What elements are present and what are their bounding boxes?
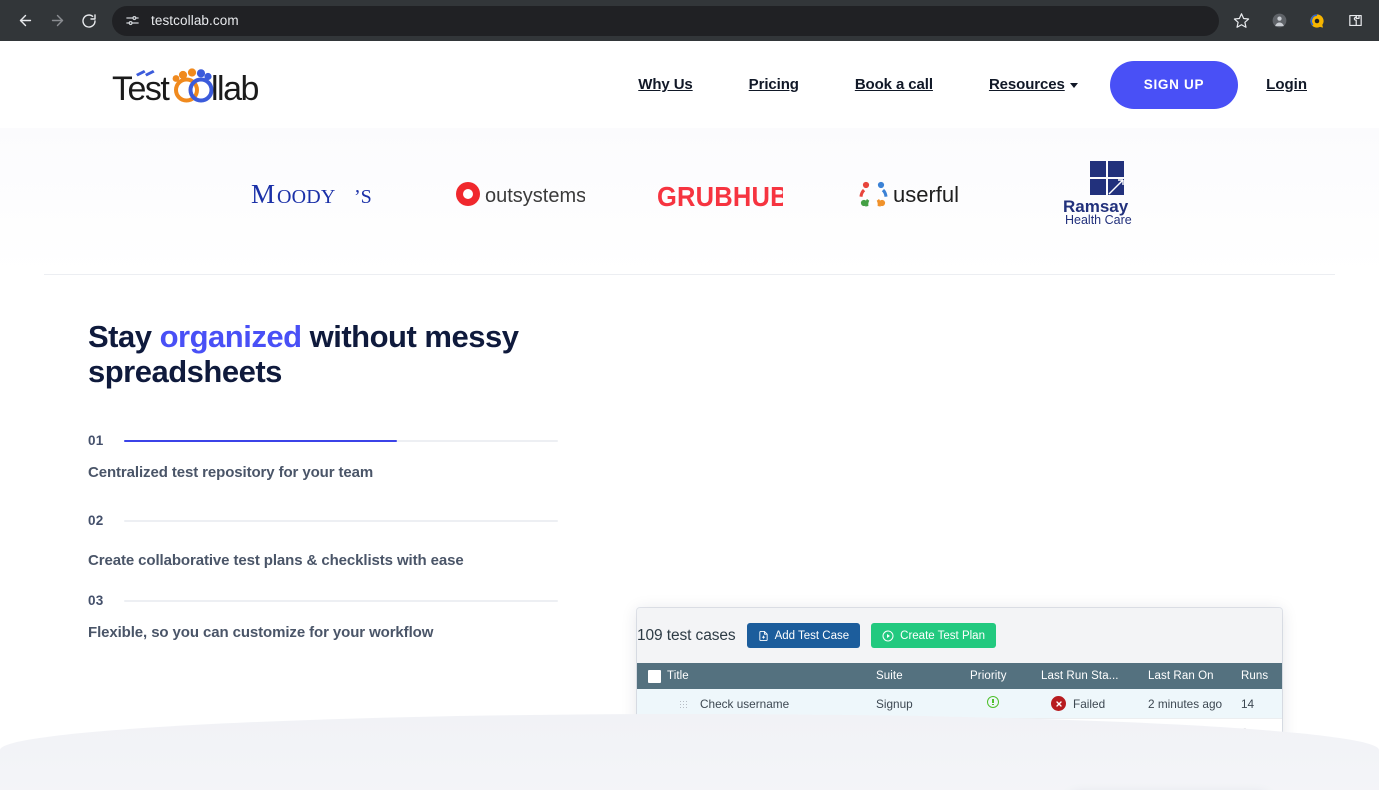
status-failed-icon (1051, 696, 1066, 711)
step-row-01[interactable]: 01 (88, 433, 558, 448)
browser-toolbar: testcollab.com (0, 0, 1379, 41)
step-title-02: Create collaborative test plans & checkl… (88, 552, 464, 570)
testcollab-logo[interactable]: Test llab (112, 59, 270, 111)
logo-outsystems: outsystems (455, 179, 585, 209)
page-content: Test llab Why Us Pricing Book a call Res… (0, 41, 1379, 790)
svg-text:GRUBHUB: GRUBHUB (657, 181, 783, 209)
svg-text:OODY: OODY (277, 186, 336, 208)
forward-button[interactable] (42, 6, 72, 36)
step-progress-track-03 (124, 599, 558, 602)
bottom-curve-decoration (0, 714, 1379, 790)
document-icon (758, 630, 769, 642)
svg-text:Health Care: Health Care (1065, 213, 1132, 227)
headline-part-1: Stay (88, 319, 160, 354)
url-text: testcollab.com (151, 13, 239, 28)
add-test-case-button[interactable]: Add Test Case (746, 623, 861, 648)
svg-text:Test: Test (112, 70, 170, 108)
table-header-row: Title Suite Priority Last Run Sta... Las… (637, 663, 1282, 689)
svg-text:outsystems: outsystems (485, 185, 585, 207)
site-header: Test llab Why Us Pricing Book a call Res… (0, 41, 1379, 128)
select-all-checkbox[interactable] (648, 669, 661, 683)
step-row-02[interactable]: 02 (88, 513, 558, 528)
hero-left-column: Stay organized without messy spreadsheet… (88, 319, 558, 673)
sign-up-button[interactable]: SIGN UP (1109, 60, 1239, 109)
hero-section: Stay organized without messy spreadsheet… (0, 275, 1379, 790)
app-toolbar: 109 test cases Add Test Case Create Test… (637, 608, 1282, 663)
feature-steps-list: 01 Centralized test repository for your … (88, 433, 558, 641)
select-all-header[interactable] (637, 663, 663, 689)
logo-grubhub: GRUBHUB (657, 179, 783, 209)
cell-title-text: Check username (700, 696, 790, 711)
step-title-03: Flexible, so you can customize for your … (88, 624, 434, 642)
browser-assistant-icon[interactable] (1303, 7, 1331, 35)
svg-text:llab: llab (211, 70, 259, 108)
cell-priority (966, 689, 1037, 719)
customer-logos-row: M OODY ’S outsystems GRUBHUB userful Ram… (0, 134, 1379, 254)
column-header-title[interactable]: Title (663, 663, 872, 689)
profile-avatar-icon[interactable] (1265, 7, 1293, 35)
drag-handle-icon[interactable] (679, 699, 688, 709)
step-number-01: 01 (88, 433, 104, 449)
step-progress-track-02 (124, 519, 558, 522)
step-progress-track-01 (124, 439, 558, 442)
logo-ramsay-health-care: Ramsay Health Care (1059, 161, 1159, 227)
headline-accent: organized (159, 319, 302, 354)
column-header-last-ran-on[interactable]: Last Ran On (1144, 663, 1237, 689)
login-link[interactable]: Login (1248, 76, 1307, 93)
status-label: Failed (1073, 696, 1106, 711)
add-test-case-label: Add Test Case (774, 629, 850, 642)
step-row-03[interactable]: 03 (88, 593, 558, 608)
step-number-02: 02 (88, 513, 104, 529)
cell-last-run-status: Failed (1037, 689, 1144, 719)
nav-item-why-us[interactable]: Why Us (610, 76, 720, 93)
nav-item-resources-label: Resources (988, 76, 1065, 93)
column-header-priority[interactable]: Priority (966, 663, 1037, 689)
nav-item-book-a-call[interactable]: Book a call (827, 76, 961, 93)
logo-userful: userful (855, 177, 987, 211)
column-header-runs[interactable]: Runs (1237, 663, 1282, 689)
create-test-plan-label: Create Test Plan (900, 629, 985, 642)
svg-text:userful: userful (893, 182, 959, 207)
site-settings-icon[interactable] (124, 12, 141, 29)
extensions-icon[interactable] (1341, 7, 1369, 35)
address-bar[interactable]: testcollab.com (112, 5, 1219, 36)
bookmark-star-icon[interactable] (1227, 7, 1255, 35)
customer-logos-section: M OODY ’S outsystems GRUBHUB userful Ram… (0, 128, 1379, 275)
step-progress-fill-01 (124, 439, 398, 442)
step-title-01: Centralized test repository for your tea… (88, 464, 374, 482)
column-header-suite[interactable]: Suite (872, 663, 966, 689)
page-title: Stay organized without messy spreadsheet… (88, 319, 558, 389)
cell-suite: Signup (872, 689, 966, 719)
column-header-last-run-status[interactable]: Last Run Sta... (1037, 663, 1144, 689)
back-button[interactable] (10, 6, 40, 36)
reload-button[interactable] (74, 6, 104, 36)
logo-moodys: M OODY ’S (251, 175, 383, 213)
cell-runs: 14 (1237, 689, 1282, 719)
nav-item-resources[interactable]: Resources (961, 76, 1100, 93)
test-case-count: 109 test cases (637, 626, 736, 644)
step-number-03: 03 (88, 593, 104, 609)
svg-text:M: M (251, 179, 275, 209)
svg-text:’S: ’S (354, 186, 372, 208)
priority-low-icon (987, 696, 999, 708)
cell-last-ran-on: 2 minutes ago (1144, 689, 1237, 719)
nav-item-pricing[interactable]: Pricing (721, 76, 827, 93)
status-badge: Failed (1041, 696, 1144, 711)
play-circle-icon (882, 630, 894, 642)
create-test-plan-button[interactable]: Create Test Plan (871, 623, 996, 648)
main-navigation: Why Us Pricing Book a call Resources SIG… (610, 60, 1307, 109)
chevron-down-icon (1069, 83, 1078, 88)
